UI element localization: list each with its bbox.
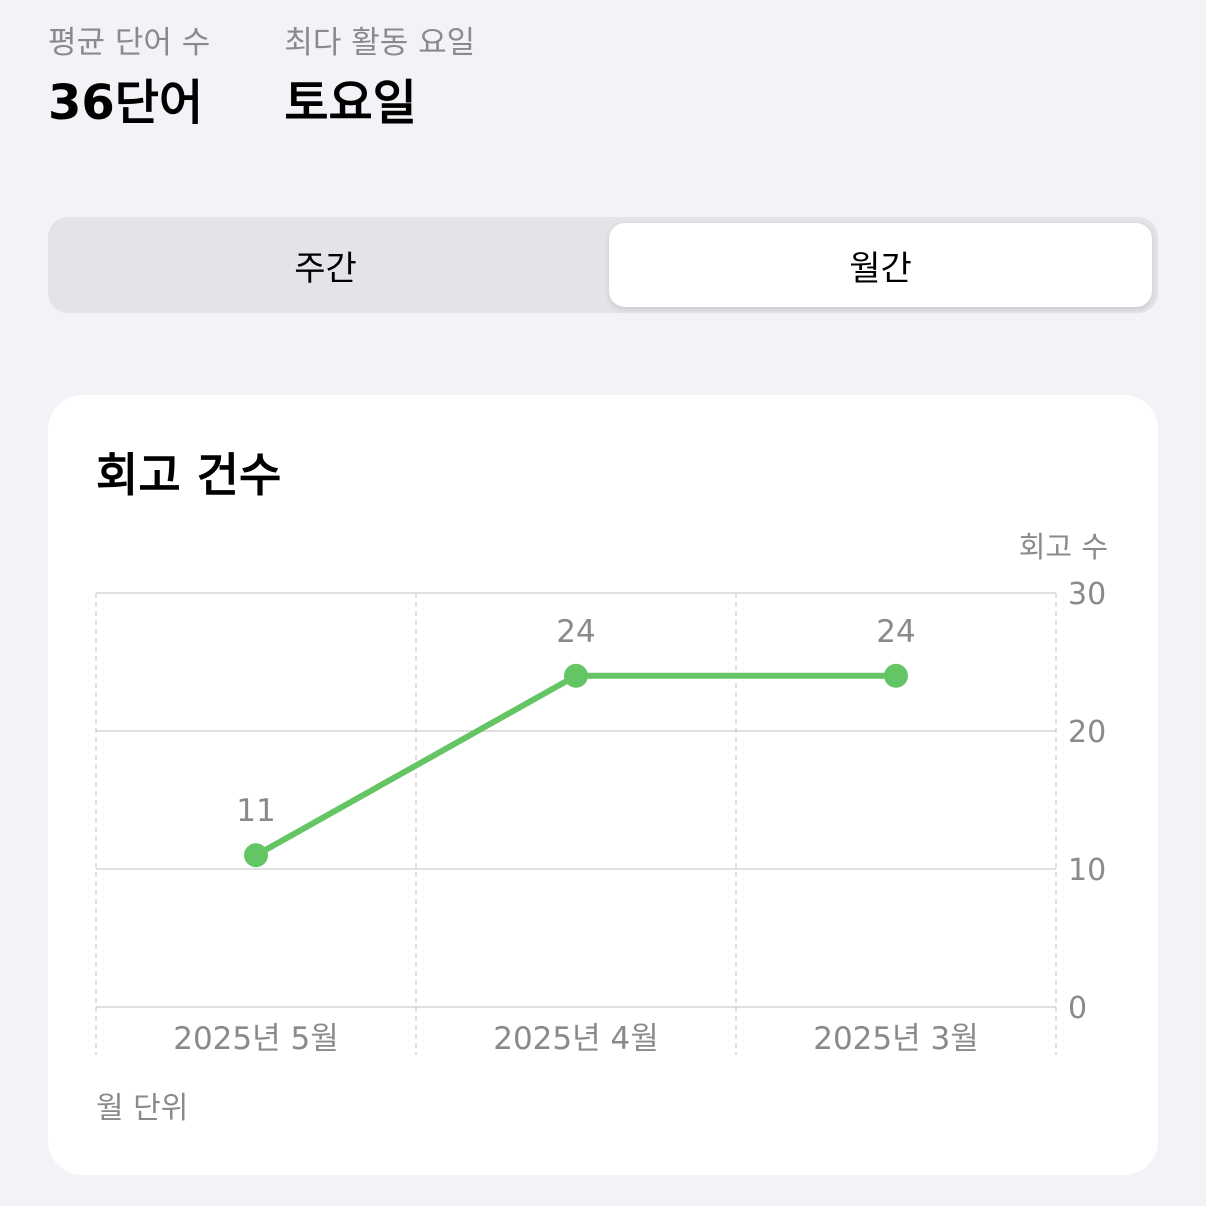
top-day-value: 토요일 [284, 75, 417, 131]
stats-row: 평균 단어 수 36단어 최다 활동 요일 토요일 [48, 20, 475, 138]
x-unit-label: 월 단위 [96, 1091, 189, 1126]
x-tick-label: 2025년 5월 [173, 1021, 339, 1057]
y-axis-title: 회고 수 [1019, 530, 1108, 564]
data-label: 11 [236, 793, 275, 829]
y-tick-label: 10 [1068, 853, 1106, 888]
retrospect-count-card: 회고 건수 0 10 20 30 회고 수 2025년 5월 2025년 4월 2025년 3… [48, 395, 1158, 1175]
y-tick-label: 30 [1068, 577, 1106, 612]
top-day-label: 최다 활동 요일 [284, 25, 476, 61]
avg-words-stat: 평균 단어 수 36단어 [48, 20, 210, 138]
data-point [244, 843, 268, 868]
series-line [253, 672, 899, 859]
segment-weekly[interactable]: 주간 [54, 223, 597, 307]
x-tick-label: 2025년 4월 [493, 1021, 659, 1057]
period-segmented-control: 주간 월간 [48, 217, 1158, 313]
line-chart: 0 10 20 30 회고 수 2025년 5월 2025년 4월 2025년 3월 11 24 2… [95, 530, 1108, 1057]
y-tick-label: 20 [1068, 715, 1106, 750]
data-point [564, 663, 588, 688]
top-day-stat: 최다 활동 요일 토요일 [284, 20, 475, 138]
data-label: 24 [556, 614, 595, 650]
x-tick-label: 2025년 3월 [813, 1021, 979, 1057]
avg-words-label: 평균 단어 수 [48, 25, 211, 61]
data-point [884, 663, 908, 688]
data-label: 24 [876, 614, 915, 650]
y-tick-label: 0 [1068, 991, 1087, 1026]
avg-words-value: 36단어 [48, 75, 204, 131]
segment-monthly[interactable]: 월간 [609, 223, 1152, 307]
